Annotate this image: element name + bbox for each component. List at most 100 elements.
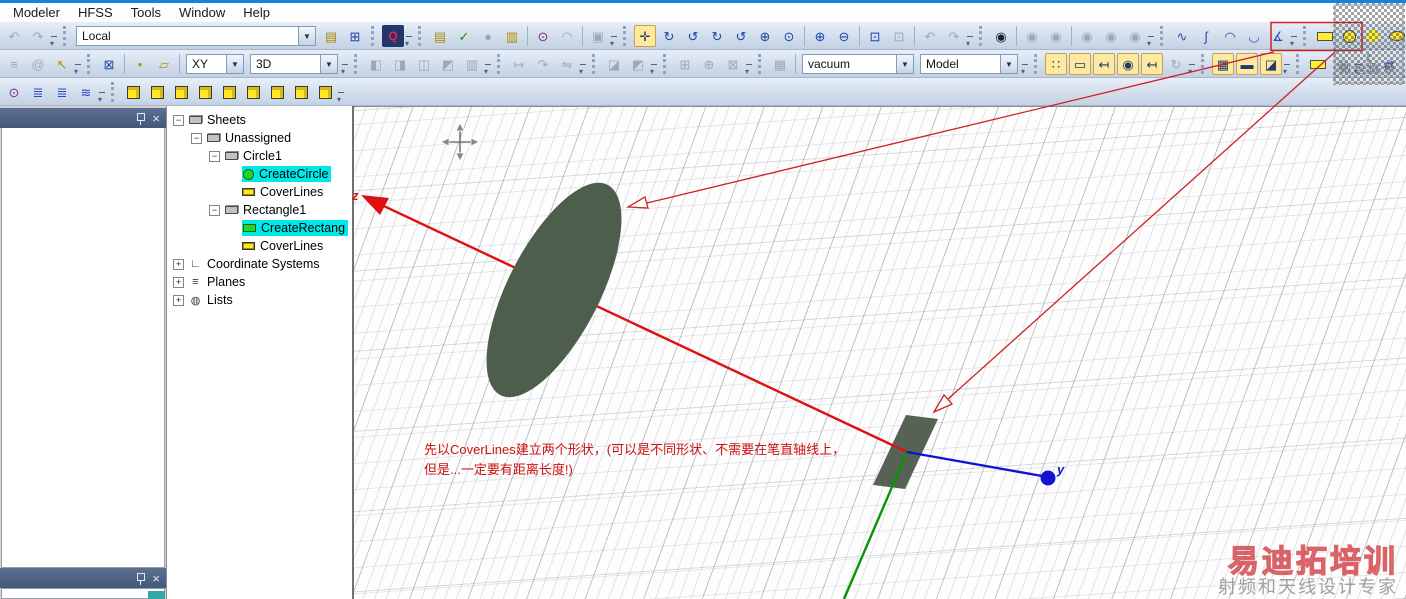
solve-q-icon[interactable]: Q: [382, 25, 404, 47]
project-tree-icon[interactable]: ⊞: [344, 25, 366, 47]
toolbar-overflow[interactable]: [74, 53, 83, 76]
view-iso-nw-icon[interactable]: [290, 81, 312, 103]
view-undo-icon[interactable]: ↶: [919, 25, 941, 47]
tree-item-label[interactable]: Planes: [207, 275, 245, 289]
tree-item-label[interactable]: CreateRectang: [261, 221, 345, 235]
menu-item-modeler[interactable]: Modeler: [4, 4, 69, 21]
tree-item-circle1[interactable]: − Circle1: [167, 147, 352, 165]
fit-selection-icon[interactable]: ⊡: [888, 25, 910, 47]
expand-icon[interactable]: +: [173, 276, 184, 288]
imprint-icon[interactable]: ▥: [461, 53, 483, 75]
menu-item-help[interactable]: Help: [234, 4, 279, 21]
visibility-dialog-icon[interactable]: ◉: [1124, 25, 1146, 47]
pin-icon[interactable]: [136, 572, 146, 585]
analyze-all-icon[interactable]: ●: [477, 25, 499, 47]
snap-edge-icon[interactable]: ↤: [1093, 53, 1115, 75]
toolbar-overflow[interactable]: [98, 81, 107, 104]
copy-image-icon[interactable]: ▣: [587, 25, 609, 47]
toolbar-overflow[interactable]: [650, 53, 659, 76]
snap-center-icon[interactable]: ◉: [1117, 53, 1139, 75]
create-report-icon[interactable]: ◠: [556, 25, 578, 47]
view-redo-icon[interactable]: ↷: [943, 25, 965, 47]
zoom-dynamic-icon[interactable]: ⊙: [778, 25, 800, 47]
toolbar-overflow[interactable]: [1290, 25, 1299, 48]
dropdown-arrow-icon[interactable]: ▼: [320, 55, 337, 73]
grid-settings-icon[interactable]: ▦: [1212, 53, 1234, 75]
view-right-icon[interactable]: [194, 81, 216, 103]
edit-notes-icon[interactable]: ▤: [429, 25, 451, 47]
model-history-icon[interactable]: ≡: [3, 53, 25, 75]
draw-arc-3point-icon[interactable]: ◡: [1243, 25, 1265, 47]
show-selection-icon[interactable]: ◉: [1045, 25, 1067, 47]
duplicate-line-icon[interactable]: ⊞: [674, 53, 696, 75]
tree-item-label[interactable]: CoverLines: [260, 239, 323, 253]
toolbar-overflow[interactable]: [745, 53, 754, 76]
collapse-icon[interactable]: −: [173, 114, 184, 126]
draw-plane-icon[interactable]: ▱: [153, 53, 175, 75]
toolbar-overflow[interactable]: [341, 53, 350, 76]
snap-vertex-icon[interactable]: ▭: [1069, 53, 1091, 75]
draw-point-icon[interactable]: •: [129, 53, 151, 75]
view-back-icon[interactable]: [122, 81, 144, 103]
rotate-icon[interactable]: ↷: [532, 53, 554, 75]
dropdown-arrow-icon[interactable]: ▼: [226, 55, 243, 73]
toolbar-overflow[interactable]: [579, 53, 588, 76]
coordinate-system-combo[interactable]: Local ▼: [76, 26, 316, 46]
rotate-model-center-icon[interactable]: ↻: [658, 25, 680, 47]
tree-item-label[interactable]: Sheets: [207, 113, 246, 127]
tree-item-coverlines[interactable]: CoverLines: [167, 237, 352, 255]
pin-icon[interactable]: [136, 112, 146, 125]
tree-item-createcircle[interactable]: CreateCircle: [167, 165, 352, 183]
hide-selection-icon[interactable]: ◉: [1021, 25, 1043, 47]
tree-item-createrectang[interactable]: CreateRectang: [167, 219, 352, 237]
toolbar-overflow[interactable]: [337, 81, 346, 104]
expand-icon[interactable]: +: [173, 294, 184, 306]
modeler-tree-panel[interactable]: − Sheets − Unassigned − Circle1 CreateCircle Co…: [166, 106, 354, 599]
sweep-vector-icon[interactable]: ◪: [603, 53, 625, 75]
zoom-out-rect-icon[interactable]: ⊖: [833, 25, 855, 47]
toolbar-overflow[interactable]: [1188, 53, 1197, 76]
zoom-in-rect-icon[interactable]: ⊕: [809, 25, 831, 47]
show-hide-objects-icon[interactable]: ◉: [990, 25, 1012, 47]
tree-item-coordinate-systems[interactable]: + ∟ Coordinate Systems: [167, 255, 352, 273]
tree-item-label[interactable]: CoverLines: [260, 185, 323, 199]
validate-icon[interactable]: ✓: [453, 25, 475, 47]
dropdown-arrow-icon[interactable]: ▼: [1000, 55, 1017, 73]
tree-item-unassigned[interactable]: − Unassigned: [167, 129, 352, 147]
dropdown-arrow-icon[interactable]: ▼: [298, 27, 315, 45]
tree-item-planes[interactable]: + ≡ Planes: [167, 273, 352, 291]
rotate-free-icon[interactable]: ↺: [730, 25, 752, 47]
show-all-icon[interactable]: ◉: [1100, 25, 1122, 47]
tree-item-label[interactable]: Rectangle1: [243, 203, 306, 217]
view-iso-top-icon[interactable]: [314, 81, 336, 103]
zoom-in-icon[interactable]: ⊕: [754, 25, 776, 47]
toolbar-overflow[interactable]: [966, 25, 975, 48]
solution-data-icon[interactable]: ▥: [501, 25, 523, 47]
fit-all-icon[interactable]: ⊡: [864, 25, 886, 47]
split-icon[interactable]: ◩: [437, 53, 459, 75]
undo-icon[interactable]: ↶: [3, 25, 25, 47]
zoom-selection-icon[interactable]: ⊙: [3, 81, 25, 103]
view-left-icon[interactable]: [170, 81, 192, 103]
menu-item-window[interactable]: Window: [170, 4, 234, 21]
tree-item-label[interactable]: Unassigned: [225, 131, 291, 145]
tree-item-lists[interactable]: + ◍ Lists: [167, 291, 352, 309]
collapse-icon[interactable]: −: [191, 132, 202, 144]
toolbar-overflow[interactable]: [405, 25, 414, 48]
tree-item-label[interactable]: CreateCircle: [259, 167, 328, 181]
draw-box-icon[interactable]: ⊠: [98, 53, 120, 75]
assign-material-icon[interactable]: ▦: [769, 53, 791, 75]
view-front-icon[interactable]: [146, 81, 168, 103]
wave-port-multi-icon[interactable]: ≣: [51, 81, 73, 103]
menu-item-tools[interactable]: Tools: [122, 4, 170, 21]
radiation-waves-icon[interactable]: ≋: [75, 81, 97, 103]
unite-icon[interactable]: ◧: [365, 53, 387, 75]
dropdown-arrow-icon[interactable]: ▼: [896, 55, 913, 73]
3d-viewport[interactable]: [354, 106, 1406, 599]
redo-icon[interactable]: ↷: [27, 25, 49, 47]
select-icon[interactable]: ↖: [51, 53, 73, 75]
draw-angle-icon[interactable]: ∡: [1267, 25, 1289, 47]
duplicate-axis-icon[interactable]: ⊕: [698, 53, 720, 75]
draw-arc-center-icon[interactable]: ◠: [1219, 25, 1241, 47]
view-bottom-icon[interactable]: [218, 81, 240, 103]
